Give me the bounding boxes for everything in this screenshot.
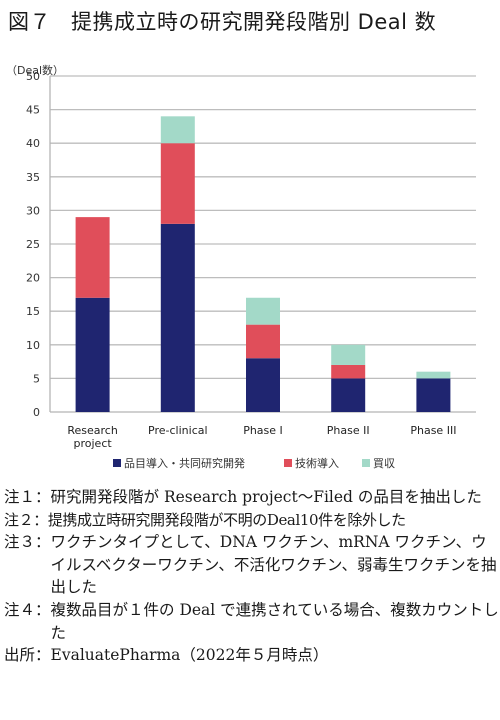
x-tick-label: Research — [67, 424, 117, 437]
bar-pre-clinical-series-0 — [160, 223, 195, 412]
source-text: EvaluatePharma（2022年５月時点） — [50, 646, 329, 665]
bar-phase-i-series-0 — [246, 358, 280, 412]
x-tick-label: Phase I — [243, 424, 283, 437]
bar-phase-iii-series-2 — [416, 371, 451, 379]
legend-swatch — [362, 459, 370, 467]
note-label: 注１： — [4, 488, 51, 506]
x-tick-labels: Researchproject Pre-clinical Phase I Phase … — [67, 424, 456, 450]
figure-title-text: 提携成立時の研究開発段階別 Deal 数 — [71, 10, 437, 34]
y-tick-label: 20 — [26, 272, 40, 285]
note-2: 注２： 提携成立時研究開発段階が不明のDeal10件を除外した — [4, 509, 500, 532]
x-tick-label: Pre-clinical — [148, 424, 208, 437]
legend-swatch — [113, 459, 121, 467]
legend: 品目導入・共同研究開発 技術導入 買収 — [113, 456, 395, 470]
legend-label: 品目導入・共同研究開発 — [124, 456, 245, 470]
bar-phase-ii-series-1 — [331, 364, 366, 379]
y-tick-label: 10 — [26, 339, 40, 352]
y-tick-label: 0 — [33, 406, 40, 419]
note-label: 注２： — [4, 510, 48, 529]
notes-section: 注１： 研究開発段階が Research project～Filed の品目を抽出… — [4, 486, 500, 667]
stacked-bar-chart: （Deal数） 05101520253035404550 Researchpro… — [6, 64, 476, 470]
note-text: 提携成立時研究開発段階が不明のDeal10件を除外した — [47, 510, 406, 529]
bar-phase-i-series-2 — [246, 297, 280, 325]
figure-number: 図７ — [8, 10, 51, 34]
note-text: ワクチンタイプとして、DNA ワクチン、mRNA ワクチン、ウイルスベクターワク… — [50, 533, 497, 597]
bar-phase-i-series-1 — [246, 324, 280, 359]
note-3: 注３： ワクチンタイプとして、DNA ワクチン、mRNA ワクチン、ウイルスベクタ… — [4, 531, 500, 599]
bar-research-project-series-1 — [75, 217, 110, 298]
source: 出所： EvaluatePharma（2022年５月時点） — [4, 644, 500, 667]
y-tick-labels: 0 5 10 15 20 25 30 35 40 45 50 — [26, 70, 40, 419]
bar-pre-clinical-series-2 — [160, 116, 195, 144]
x-tick-label: Phase II — [327, 424, 370, 437]
y-tick-label: 25 — [26, 238, 40, 251]
y-tick-label: 15 — [26, 305, 40, 318]
note-text: 複数品目が１件の Deal で連携されている場合、複数カウントした — [50, 600, 499, 642]
figure-title: 図７ 提携成立時の研究開発段階別 Deal 数 — [8, 6, 436, 36]
y-tick-label: 45 — [26, 104, 40, 117]
bar-phase-ii-series-0 — [331, 378, 366, 412]
note-label: 注４： — [4, 600, 51, 619]
legend-swatch — [284, 459, 292, 467]
x-tick-label: project — [74, 437, 113, 450]
note-label: 注３： — [4, 533, 51, 552]
y-tick-label: 50 — [26, 70, 40, 83]
y-tick-label: 40 — [26, 137, 40, 150]
legend-label: 買収 — [373, 457, 395, 470]
y-tick-label: 30 — [26, 204, 40, 217]
x-tick-label: Phase III — [410, 424, 456, 437]
bars — [75, 116, 451, 412]
bar-phase-iii-series-0 — [416, 378, 451, 412]
bar-phase-ii-series-2 — [331, 344, 366, 365]
legend-label: 技術導入 — [295, 456, 339, 470]
note-1: 注１： 研究開発段階が Research project～Filed の品目を抽出… — [4, 486, 500, 509]
y-tick-label: 35 — [26, 171, 40, 184]
bar-pre-clinical-series-1 — [160, 143, 195, 224]
source-label: 出所： — [4, 646, 51, 665]
bar-research-project-series-0 — [75, 297, 110, 412]
note-text: 研究開発段階が Research project～Filed の品目を抽出した — [50, 488, 482, 506]
note-4: 注４： 複数品目が１件の Deal で連携されている場合、複数カウントした — [4, 599, 500, 644]
y-tick-label: 5 — [33, 372, 40, 385]
